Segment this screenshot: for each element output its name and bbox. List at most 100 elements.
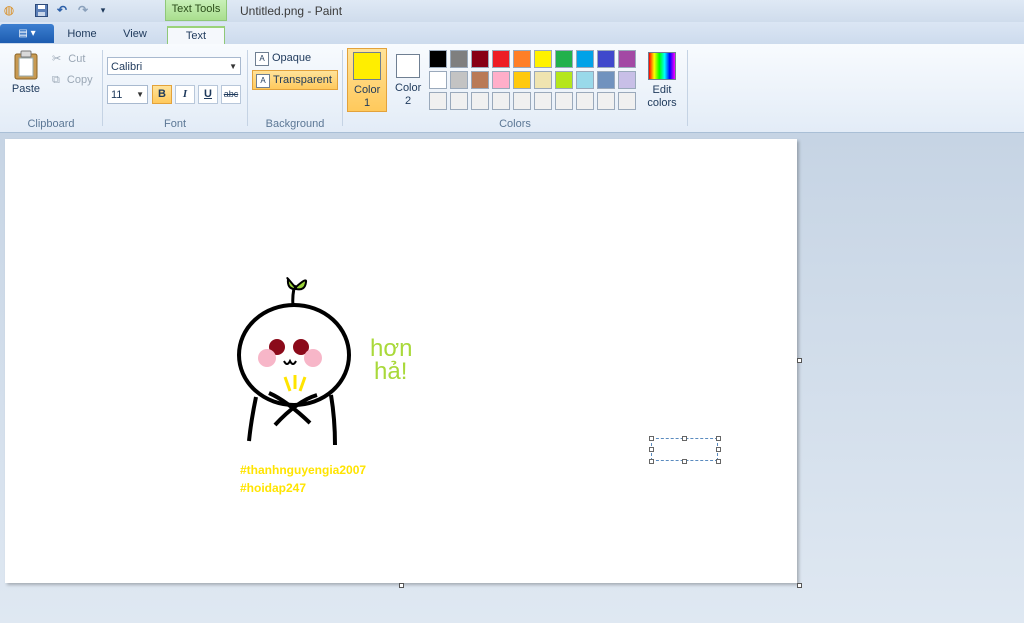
palette-swatch[interactable] bbox=[471, 71, 489, 89]
palette-swatch[interactable] bbox=[618, 92, 636, 110]
cut-label: Cut bbox=[68, 53, 86, 65]
transparent-button[interactable]: A Transparent bbox=[252, 70, 338, 90]
paste-icon bbox=[14, 50, 38, 80]
paint-menu-button[interactable]: ▤ ▾ bbox=[0, 24, 54, 43]
palette-swatch[interactable] bbox=[618, 71, 636, 89]
color-palette bbox=[429, 50, 641, 112]
italic-button[interactable]: I bbox=[175, 85, 195, 104]
customize-toolbar-icon[interactable]: ▾ bbox=[96, 3, 110, 17]
font-group-label: Font bbox=[163, 118, 186, 130]
palette-swatch[interactable] bbox=[597, 92, 615, 110]
textbox-handle[interactable] bbox=[716, 459, 721, 464]
textbox-handle[interactable] bbox=[682, 436, 687, 441]
copy-label: Copy bbox=[66, 74, 93, 86]
hashtag-1: #thanhnguyengia2007 bbox=[240, 463, 367, 477]
paint-app-icon[interactable]: ◍ bbox=[2, 3, 16, 17]
palette-swatch[interactable] bbox=[450, 50, 468, 68]
opaque-icon: A bbox=[255, 52, 269, 66]
palette-swatch[interactable] bbox=[597, 71, 615, 89]
textbox-handle[interactable] bbox=[649, 447, 654, 452]
palette-swatch[interactable] bbox=[555, 92, 573, 110]
palette-swatch[interactable] bbox=[450, 92, 468, 110]
palette-swatch[interactable] bbox=[513, 50, 531, 68]
palette-swatch[interactable] bbox=[513, 92, 531, 110]
separator bbox=[342, 50, 343, 126]
separator bbox=[102, 50, 103, 126]
textbox-handle[interactable] bbox=[716, 447, 721, 452]
palette-swatch[interactable] bbox=[576, 92, 594, 110]
palette-swatch[interactable] bbox=[576, 71, 594, 89]
palette-swatch[interactable] bbox=[471, 50, 489, 68]
resize-handle-right[interactable] bbox=[797, 358, 802, 363]
edit-colors-label: Edit colors bbox=[647, 84, 677, 109]
opaque-button[interactable]: A Opaque bbox=[252, 49, 338, 69]
tab-view[interactable]: View bbox=[113, 26, 157, 44]
palette-swatch[interactable] bbox=[534, 92, 552, 110]
palette-swatch[interactable] bbox=[471, 92, 489, 110]
palette-swatch[interactable] bbox=[429, 71, 447, 89]
title-bar: ◍ ↶ ↷ ▾ Text Tools Untitled.png - Paint bbox=[0, 0, 1024, 22]
palette-swatch[interactable] bbox=[492, 71, 510, 89]
palette-swatch[interactable] bbox=[534, 71, 552, 89]
cut-button[interactable]: ✂ Cut bbox=[52, 52, 85, 65]
left-cheek bbox=[258, 349, 276, 367]
palette-swatch[interactable] bbox=[618, 50, 636, 68]
resize-handle-corner[interactable] bbox=[797, 583, 802, 588]
colors-group-label: Colors bbox=[499, 118, 531, 130]
font-size-value: 11 bbox=[111, 89, 123, 101]
palette-swatch[interactable] bbox=[492, 92, 510, 110]
palette-swatch[interactable] bbox=[450, 71, 468, 89]
palette-swatch[interactable] bbox=[429, 92, 447, 110]
textbox-handle[interactable] bbox=[649, 459, 654, 464]
palette-swatch[interactable] bbox=[555, 50, 573, 68]
transparent-icon: A bbox=[256, 74, 270, 88]
resize-handle-bottom[interactable] bbox=[399, 583, 404, 588]
color2-button[interactable]: Color 2 bbox=[388, 48, 428, 112]
text-input-box[interactable] bbox=[651, 438, 718, 461]
bold-button[interactable]: B bbox=[152, 85, 172, 104]
textbox-handle[interactable] bbox=[649, 436, 654, 441]
drawing-layer: hơn hả! bbox=[237, 277, 412, 446]
paste-button[interactable]: Paste bbox=[8, 50, 44, 102]
drawing-canvas[interactable]: hơn hả! #thanhnguyengia2007 #hoidap247 bbox=[5, 139, 797, 583]
palette-swatch[interactable] bbox=[513, 71, 531, 89]
text-tools-context-tab: Text Tools bbox=[165, 0, 227, 21]
save-icon[interactable] bbox=[34, 3, 48, 17]
font-family-value: Calibri bbox=[111, 61, 143, 73]
palette-swatch[interactable] bbox=[492, 50, 510, 68]
separator bbox=[247, 50, 248, 126]
background-group-label: Background bbox=[265, 118, 325, 130]
palette-swatch[interactable] bbox=[597, 50, 615, 68]
tab-home[interactable]: Home bbox=[60, 26, 104, 44]
separator bbox=[687, 50, 688, 126]
color1-button[interactable]: Color 1 bbox=[347, 48, 387, 112]
textbox-handle[interactable] bbox=[682, 459, 687, 464]
right-cheek bbox=[304, 349, 322, 367]
sprout-leaf-right bbox=[295, 279, 308, 291]
strikethrough-button[interactable]: abc bbox=[221, 85, 241, 104]
sprout-leaf-left bbox=[286, 277, 296, 291]
color2-swatch bbox=[396, 54, 420, 78]
color2-label: Color 2 bbox=[395, 82, 422, 107]
undo-icon[interactable]: ↶ bbox=[55, 3, 69, 17]
font-family-select[interactable]: Calibri ▼ bbox=[107, 57, 241, 75]
font-size-select[interactable]: 11 ▼ bbox=[107, 85, 148, 104]
chevron-down-icon: ▼ bbox=[136, 90, 144, 99]
hashtag-2: #hoidap247 bbox=[240, 481, 307, 495]
palette-swatch[interactable] bbox=[534, 50, 552, 68]
copy-button[interactable]: ⧉ Copy bbox=[52, 74, 93, 87]
textbox-handle[interactable] bbox=[716, 436, 721, 441]
tab-text[interactable]: Text bbox=[167, 26, 225, 46]
opaque-label: Opaque bbox=[272, 52, 312, 64]
redo-icon[interactable]: ↷ bbox=[76, 3, 90, 17]
window-title: Untitled.png - Paint bbox=[240, 4, 343, 18]
scissors-icon: ✂ bbox=[52, 53, 62, 65]
edit-colors-button[interactable]: Edit colors bbox=[645, 50, 679, 114]
palette-swatch[interactable] bbox=[429, 50, 447, 68]
palette-swatch[interactable] bbox=[555, 71, 573, 89]
underline-button[interactable]: U bbox=[198, 85, 218, 104]
palette-swatch[interactable] bbox=[576, 50, 594, 68]
color1-swatch bbox=[353, 52, 381, 80]
chevron-down-icon: ▼ bbox=[229, 62, 237, 71]
body-left-line bbox=[247, 396, 258, 442]
